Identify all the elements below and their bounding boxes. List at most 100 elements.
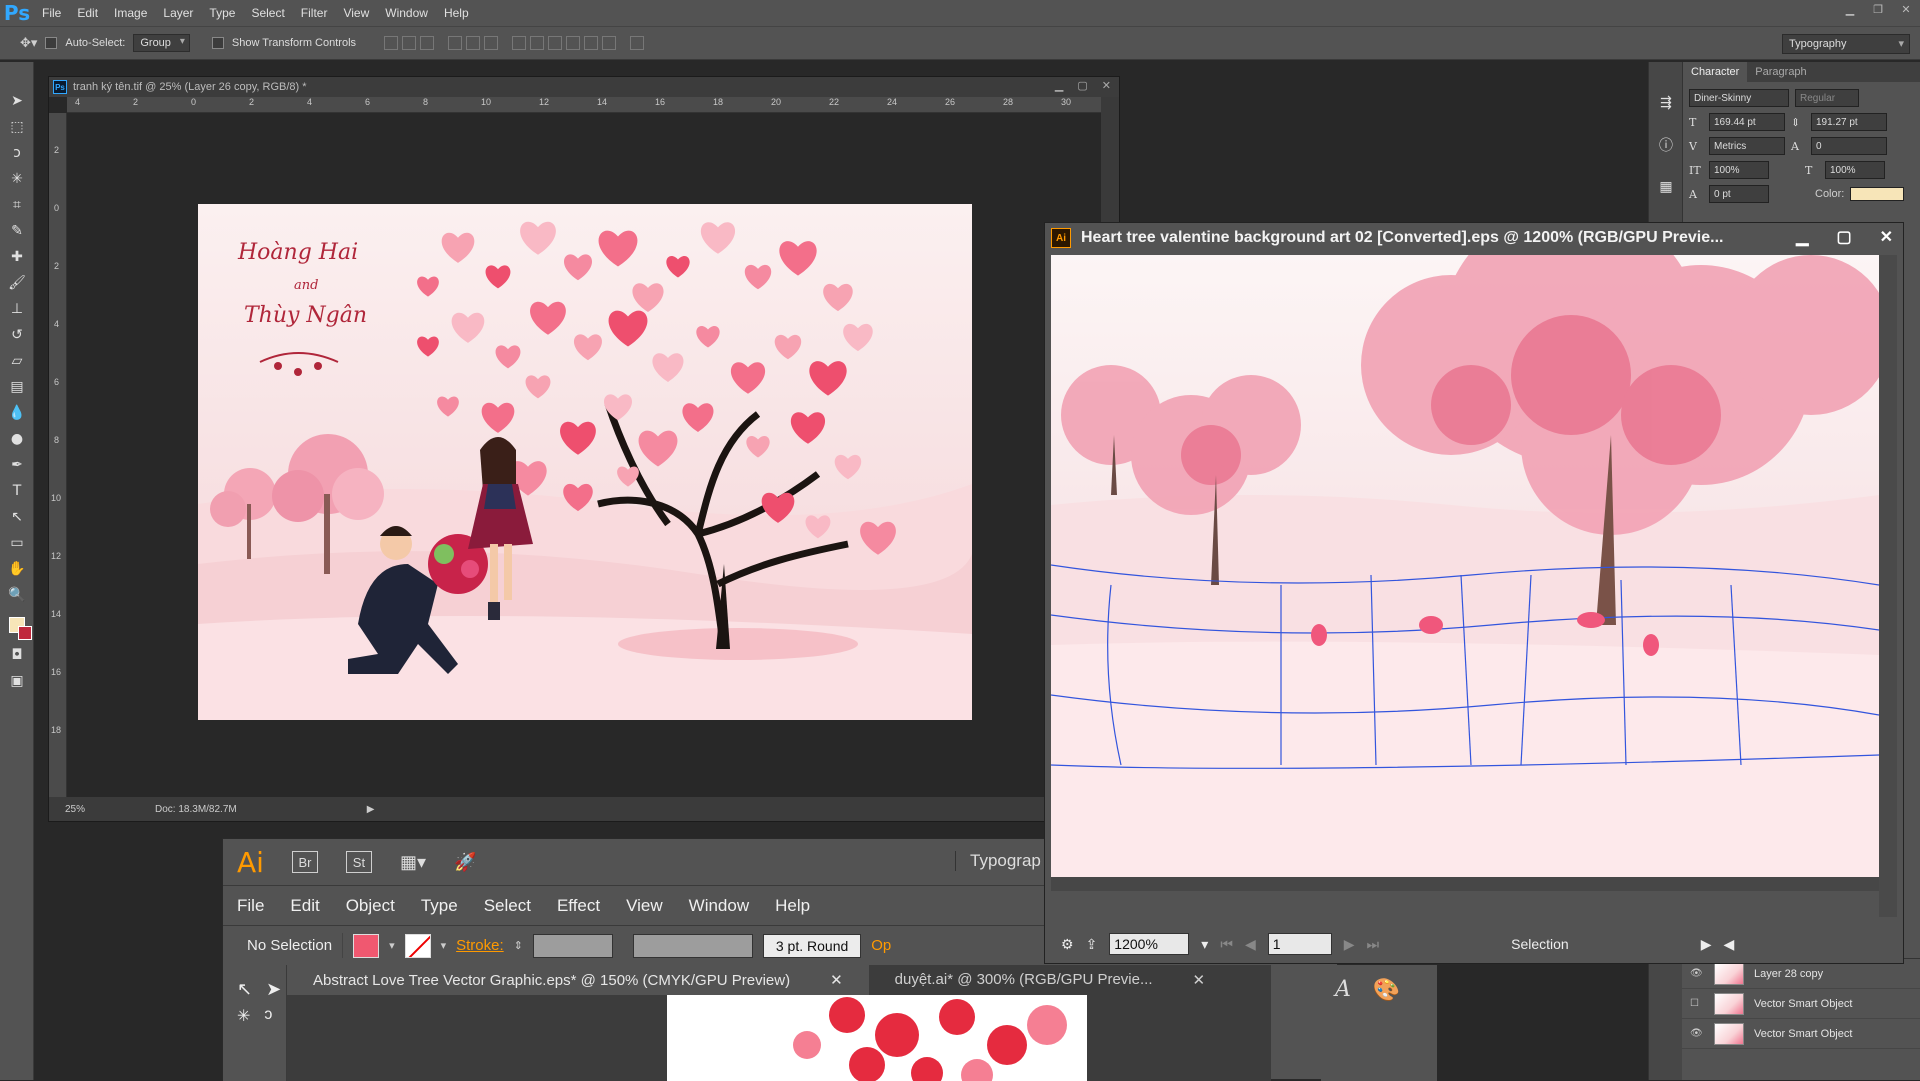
ps-menu-help[interactable]: Help: [436, 6, 477, 20]
selection-tool-icon[interactable]: ↖: [237, 979, 252, 1000]
ai-menu-help[interactable]: Help: [775, 896, 810, 916]
crop-tool-icon[interactable]: ⌗: [0, 192, 34, 218]
layer-row[interactable]: ☐ Vector Smart Object: [1682, 989, 1920, 1019]
last-artboard-icon[interactable]: ⏭: [1367, 936, 1380, 953]
ai-vertical-scrollbar[interactable]: [1879, 255, 1897, 917]
auto-align-icon[interactable]: [630, 36, 645, 50]
prev-artboard-icon[interactable]: ◀: [1245, 936, 1256, 953]
eye-icon[interactable]: 👁: [1690, 968, 1704, 979]
font-size-field[interactable]: 169.44 pt: [1709, 113, 1785, 131]
ai-menu-effect[interactable]: Effect: [557, 896, 600, 916]
scroll-left-icon[interactable]: ◀: [1723, 936, 1734, 953]
ps-menu-view[interactable]: View: [335, 6, 377, 20]
move-tool-preset-icon[interactable]: ✥▾: [20, 35, 37, 51]
horizontal-scale-field[interactable]: 100%: [1825, 161, 1885, 179]
lasso-tool-icon[interactable]: ↄ: [0, 140, 34, 166]
align-bottom-icon[interactable]: [420, 36, 435, 50]
ai-artboard[interactable]: [667, 995, 1087, 1081]
arrange-documents-icon[interactable]: ▦▾: [400, 852, 426, 873]
text-color-swatch[interactable]: [1850, 187, 1905, 201]
zoom-tool-icon[interactable]: 🔍: [0, 582, 34, 608]
next-artboard-icon[interactable]: ▶: [1344, 936, 1355, 953]
visibility-off-icon[interactable]: ☐: [1690, 998, 1704, 1009]
minimize-icon[interactable]: ▁: [1796, 227, 1808, 247]
status-arrow-icon[interactable]: ▶: [1701, 936, 1712, 953]
chevron-down-icon[interactable]: ▾: [389, 939, 395, 952]
share-icon[interactable]: ⇪: [1086, 936, 1098, 953]
ai-floating-doc-titlebar[interactable]: Ai Heart tree valentine background art 0…: [1045, 223, 1903, 253]
history-panel-icon[interactable]: ⇶: [1649, 90, 1683, 116]
screen-mode-icon[interactable]: ▣: [0, 668, 34, 694]
brush-tool-icon[interactable]: 🖌: [0, 270, 34, 296]
blur-tool-icon[interactable]: 💧: [0, 400, 34, 426]
minimize-icon[interactable]: ▁: [1836, 0, 1864, 18]
magic-wand-tool-icon[interactable]: ✳: [237, 1006, 250, 1026]
hand-tool-icon[interactable]: ✋: [0, 556, 34, 582]
workspace-switcher[interactable]: Typography: [1782, 34, 1910, 54]
font-family-select[interactable]: Diner-Skinny: [1689, 89, 1789, 107]
pen-tool-icon[interactable]: ✒: [0, 452, 34, 478]
leading-field[interactable]: 191.27 pt: [1811, 113, 1887, 131]
align-vcenter-icon[interactable]: [402, 36, 417, 50]
fill-swatch[interactable]: [353, 933, 380, 958]
distribute-vcenter-icon[interactable]: [530, 36, 545, 50]
swatches-panel-icon[interactable]: ▦: [1649, 174, 1683, 200]
kerning-field[interactable]: Metrics: [1709, 137, 1785, 155]
direct-selection-tool-icon[interactable]: ➤: [266, 979, 281, 1000]
path-selection-tool-icon[interactable]: ↖: [0, 504, 34, 530]
close-icon[interactable]: ✕: [830, 971, 843, 989]
stroke-label[interactable]: Stroke:: [456, 937, 504, 954]
ps-menu-type[interactable]: Type: [201, 6, 243, 20]
align-right-icon[interactable]: [484, 36, 499, 50]
close-icon[interactable]: ✕: [1892, 0, 1920, 18]
auto-select-dropdown[interactable]: Group: [133, 34, 190, 52]
artboard-number-field[interactable]: 1: [1267, 933, 1332, 955]
gradient-tool-icon[interactable]: ▤: [0, 374, 34, 400]
ps-menu-edit[interactable]: Edit: [69, 6, 106, 20]
auto-select-checkbox[interactable]: [45, 37, 58, 49]
quick-mask-icon[interactable]: ◘: [0, 642, 34, 668]
align-top-icon[interactable]: [384, 36, 399, 50]
maximize-icon[interactable]: ▢: [1836, 227, 1851, 247]
lasso-tool-icon[interactable]: ↄ: [264, 1006, 272, 1026]
vertical-scale-field[interactable]: 100%: [1709, 161, 1769, 179]
chevron-down-icon[interactable]: ▾: [441, 939, 447, 952]
stroke-weight-field[interactable]: [532, 933, 613, 958]
align-hcenter-icon[interactable]: [466, 36, 481, 50]
ai-menu-select[interactable]: Select: [484, 896, 531, 916]
ai-menu-edit[interactable]: Edit: [290, 896, 319, 916]
gpu-performance-icon[interactable]: 🚀: [454, 852, 476, 873]
chevron-down-icon[interactable]: ▾: [1201, 936, 1208, 953]
color-swatches-icon[interactable]: [0, 608, 34, 642]
stock-button[interactable]: St: [345, 851, 372, 873]
eyedropper-tool-icon[interactable]: ✎: [0, 218, 34, 244]
minimize-icon[interactable]: ▁: [1055, 79, 1063, 92]
brush-definition-field[interactable]: 3 pt. Round: [762, 933, 862, 958]
ps-menu-file[interactable]: File: [34, 6, 69, 20]
artwork-canvas[interactable]: Hoàng Hai and Thùy Ngân: [198, 204, 972, 720]
ps-document-tab[interactable]: Ps tranh ký tên.tif @ 25% (Layer 26 copy…: [49, 77, 1119, 97]
dodge-tool-icon[interactable]: ●: [0, 426, 34, 452]
ai-menu-file[interactable]: File: [237, 896, 264, 916]
layer-row[interactable]: 👁 Vector Smart Object: [1682, 1019, 1920, 1049]
align-left-icon[interactable]: [448, 36, 463, 50]
eye-icon[interactable]: 👁: [1690, 1028, 1704, 1039]
stroke-stepper[interactable]: ⇕: [514, 939, 523, 952]
ai-doc-tab[interactable]: Abstract Love Tree Vector Graphic.eps* @…: [287, 965, 869, 995]
info-panel-icon[interactable]: ⓘ: [1649, 132, 1683, 158]
history-brush-tool-icon[interactable]: ↺: [0, 322, 34, 348]
ps-menu-window[interactable]: Window: [377, 6, 436, 20]
font-style-select[interactable]: Regular: [1795, 89, 1859, 107]
restore-icon[interactable]: ❐: [1864, 0, 1892, 18]
ps-menu-select[interactable]: Select: [243, 6, 292, 20]
eraser-tool-icon[interactable]: ▱: [0, 348, 34, 374]
tracking-field[interactable]: 0: [1811, 137, 1887, 155]
variable-width-field[interactable]: [632, 933, 753, 958]
distribute-left-icon[interactable]: [566, 36, 581, 50]
first-artboard-icon[interactable]: ⏮: [1220, 936, 1233, 953]
show-transform-checkbox[interactable]: [211, 37, 224, 49]
ps-zoom-level[interactable]: 25%: [65, 804, 85, 815]
stroke-swatch[interactable]: [404, 933, 431, 958]
distribute-top-icon[interactable]: [512, 36, 527, 50]
ps-menu-filter[interactable]: Filter: [293, 6, 336, 20]
